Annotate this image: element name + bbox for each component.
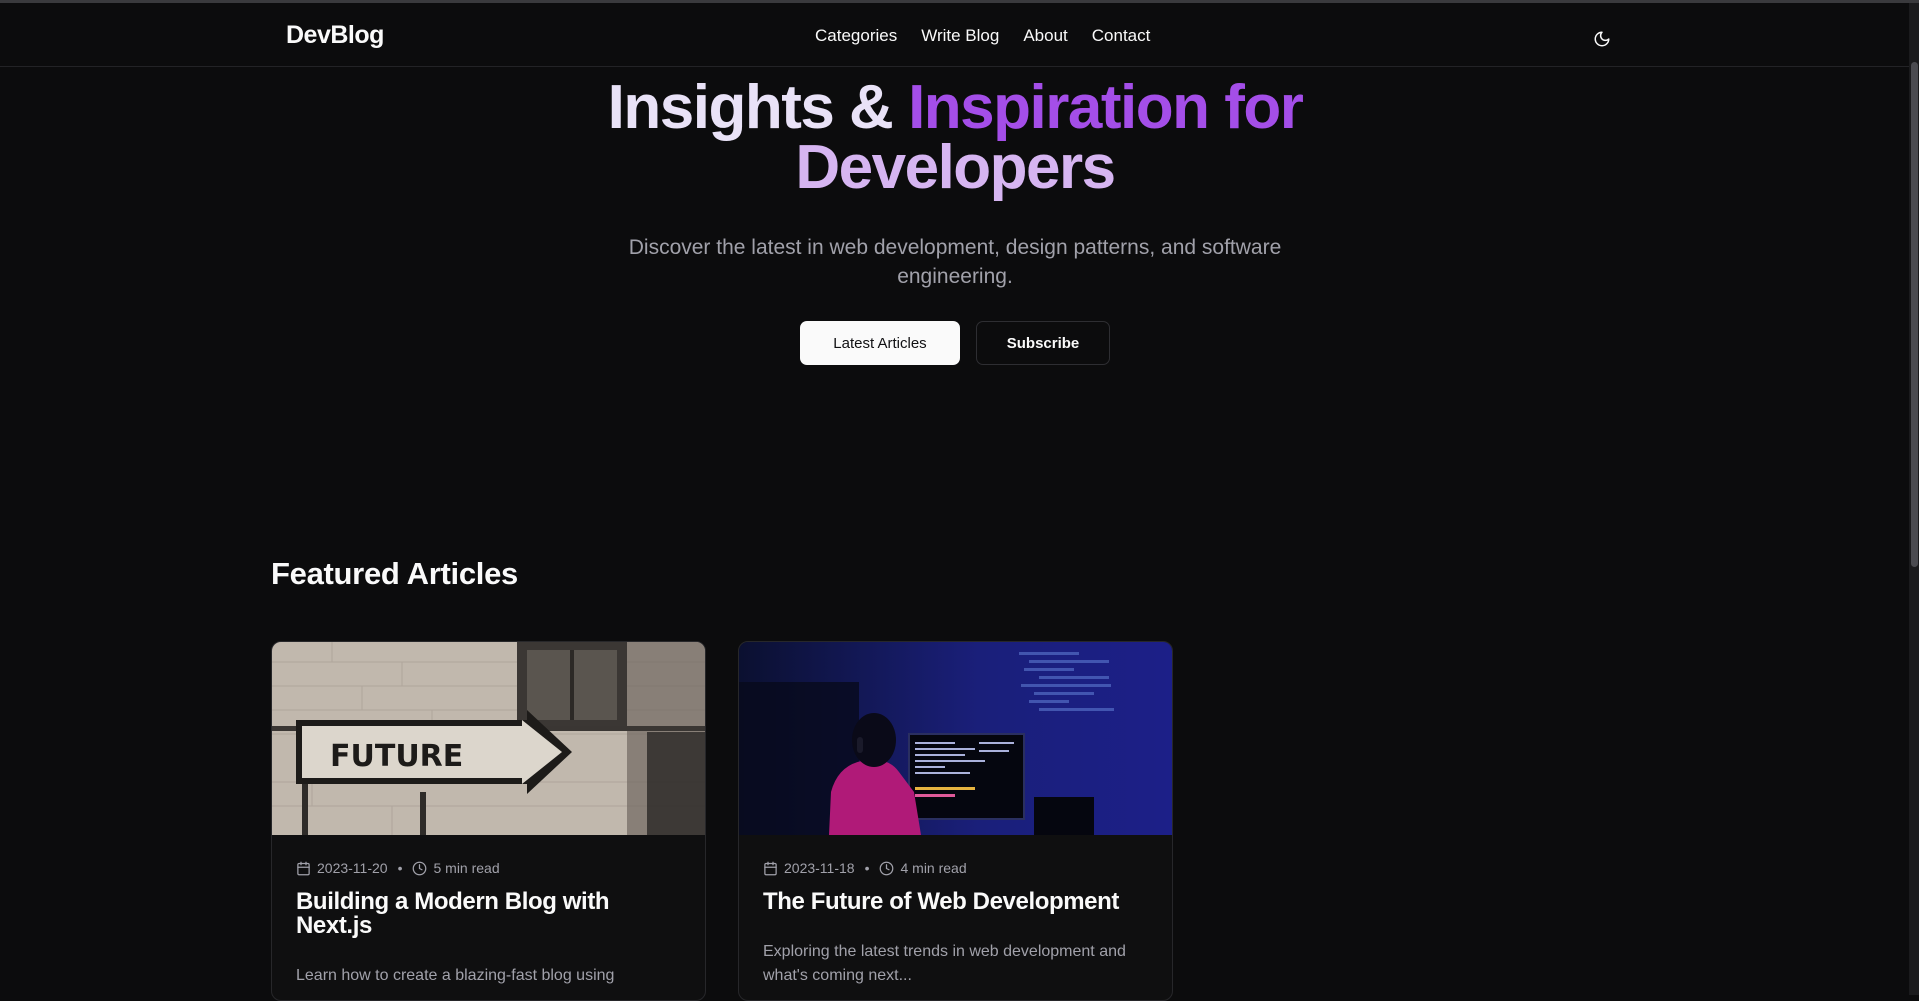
theme-toggle-button[interactable]	[1588, 25, 1616, 53]
article-meta: 2023-11-20 • 5 min read	[296, 860, 500, 876]
nav-link-categories[interactable]: Categories	[815, 26, 897, 46]
hero-subtitle: Discover the latest in web development, …	[628, 236, 1282, 288]
article-excerpt: Exploring the latest trends in web devel…	[763, 943, 1126, 984]
article-read-time: 5 min read	[433, 860, 500, 876]
hero-title-part2: Inspiration for	[908, 73, 1304, 142]
subscribe-button[interactable]: Subscribe	[976, 321, 1110, 365]
scrollbar-thumb[interactable]	[1911, 62, 1918, 567]
calendar-icon	[296, 861, 311, 876]
nav-links: Categories Write Blog About Contact	[815, 26, 1150, 46]
nav-link-write-blog[interactable]: Write Blog	[921, 26, 999, 46]
article-excerpt: Learn how to create a blazing-fast blog …	[296, 967, 615, 984]
article-date: 2023-11-20	[317, 860, 388, 876]
nav-link-contact[interactable]: Contact	[1092, 26, 1151, 46]
nav-link-about[interactable]: About	[1023, 26, 1067, 46]
calendar-icon	[763, 861, 778, 876]
article-card[interactable]: FUTURE 2023-11-20 • 5 min read Building …	[271, 641, 706, 1001]
article-title[interactable]: Building a Modern Blog with Next.js	[296, 890, 686, 938]
meta-separator: •	[864, 860, 870, 876]
clock-icon	[879, 861, 894, 876]
brand-logo[interactable]: DevBlog	[286, 21, 384, 50]
latest-articles-button[interactable]: Latest Articles	[800, 321, 960, 365]
article-date: 2023-11-18	[784, 860, 855, 876]
article-card[interactable]: 2023-11-18 • 4 min read The Future of We…	[738, 641, 1173, 1001]
article-meta: 2023-11-18 • 4 min read	[763, 860, 967, 876]
svg-text:FUTURE: FUTURE	[330, 739, 463, 774]
article-image-developer-monitor	[739, 642, 1172, 835]
hero-title-part1: Insights &	[607, 73, 909, 142]
article-title[interactable]: The Future of Web Development	[763, 890, 1153, 914]
featured-articles-heading: Featured Articles	[271, 556, 519, 591]
clock-icon	[412, 861, 427, 876]
hero-title-part3: Developers	[795, 133, 1116, 202]
moon-icon	[1594, 31, 1610, 47]
navbar: DevBlog Categories Write Blog About Cont…	[0, 3, 1909, 67]
article-read-time: 4 min read	[900, 860, 967, 876]
meta-separator: •	[397, 860, 403, 876]
article-image-future-sign: FUTURE	[272, 642, 705, 835]
hero-title: Insights & Inspiration for Developers	[560, 77, 1350, 199]
